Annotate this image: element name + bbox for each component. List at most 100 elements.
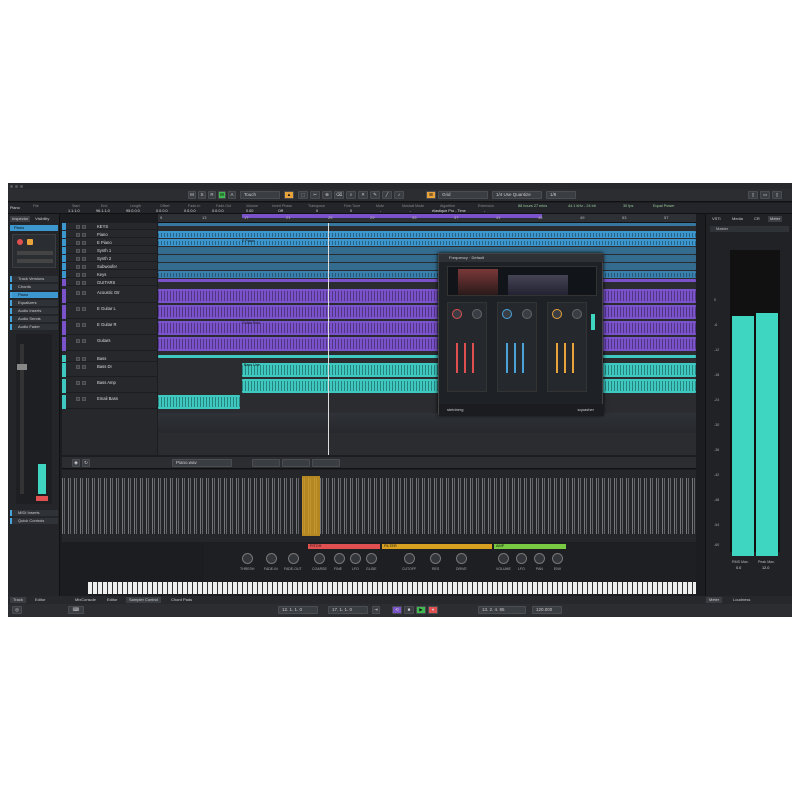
mute-button[interactable]: M [188, 191, 196, 199]
grid-type-select[interactable]: Grid [438, 191, 488, 199]
loudness-tab[interactable]: Loudness [730, 597, 753, 603]
zoom-icon[interactable] [20, 184, 23, 188]
solo-icon[interactable] [82, 240, 86, 245]
band3-fader[interactable] [556, 343, 558, 373]
inspector-section-midi-inserts[interactable]: MIDI Inserts [10, 510, 58, 516]
erase-tool-icon[interactable]: ⌫ [334, 191, 344, 199]
folder-clip[interactable] [158, 279, 696, 282]
audio-clip[interactable]: Guitar Solo [158, 321, 696, 335]
info-transpose[interactable]: 0 [316, 209, 318, 213]
position-display[interactable]: 13. 2. 4. 85 [478, 606, 526, 614]
track-row[interactable]: E Guitar L [62, 305, 157, 319]
mute-icon[interactable] [76, 364, 80, 369]
zoom-tool-icon[interactable]: ⌕ [346, 191, 356, 199]
editor-tab-left[interactable]: Editor [32, 597, 48, 603]
band1-fader[interactable] [472, 343, 474, 373]
band2-threshold-knob[interactable] [502, 309, 512, 319]
midi-clip[interactable] [158, 255, 696, 262]
split-tool-icon[interactable]: ✂ [310, 191, 320, 199]
audio-clip[interactable] [158, 395, 240, 409]
layout-right-icon[interactable]: ▯ [772, 191, 782, 199]
record-icon[interactable]: ● [428, 606, 438, 614]
info-extension[interactable]: - [484, 209, 485, 213]
info-invert-phase[interactable]: Off [278, 209, 283, 213]
track-row[interactable]: Keys [62, 271, 157, 278]
midi-clip[interactable] [158, 247, 696, 254]
mute-icon[interactable] [76, 224, 80, 229]
punch-in-icon[interactable]: ⇥ [372, 606, 380, 614]
inspector-section-inserts[interactable]: Audio Inserts [10, 308, 58, 314]
amp-lfo-knob[interactable] [516, 553, 527, 564]
solo-icon[interactable] [82, 396, 86, 401]
filter-drive-knob[interactable] [456, 553, 467, 564]
midi-clip[interactable] [158, 263, 696, 270]
playhead[interactable] [328, 223, 329, 455]
solo-icon[interactable] [82, 224, 86, 229]
snap-toggle-icon[interactable]: ⊞ [426, 191, 436, 199]
plugin-titlebar[interactable]: Frequency · Default [439, 254, 604, 262]
track-row[interactable]: Bass DI [62, 363, 157, 377]
editor-field[interactable] [282, 459, 310, 467]
mixconsole-tab[interactable]: MixConsole [72, 597, 99, 603]
mute-icon[interactable] [76, 396, 80, 401]
sample-waveform-editor[interactable] [62, 470, 696, 542]
track-row[interactable]: Guitars [62, 337, 157, 351]
mute-icon[interactable] [76, 306, 80, 311]
line-tool-icon[interactable]: ╱ [382, 191, 392, 199]
filter-res-knob[interactable] [430, 553, 441, 564]
cycle-icon[interactable]: ⟲ [392, 606, 402, 614]
thresh-knob[interactable] [242, 553, 253, 564]
solo-icon[interactable] [82, 280, 86, 285]
band3-threshold-knob[interactable] [552, 309, 562, 319]
solo-icon[interactable] [82, 272, 86, 277]
write-button[interactable]: W [218, 191, 226, 199]
solo-icon[interactable] [82, 364, 86, 369]
glue-tool-icon[interactable]: ⊕ [322, 191, 332, 199]
info-end[interactable]: 96.1.1.0 [96, 209, 110, 213]
track-row[interactable]: Bass [62, 355, 157, 362]
band1-ratio-knob[interactable] [472, 309, 482, 319]
chord-pads-tab[interactable]: Chord Pads [168, 597, 195, 603]
folder-clip[interactable] [158, 223, 696, 226]
amp-volume-knob[interactable] [498, 553, 509, 564]
monitor-icon[interactable] [27, 239, 33, 245]
folder-clip[interactable] [158, 355, 696, 358]
speaker-tool-icon[interactable]: ♪ [394, 191, 404, 199]
fader-handle[interactable] [17, 364, 27, 370]
track-row[interactable]: Synth 2 [62, 255, 157, 262]
amp-pan-knob[interactable] [534, 553, 545, 564]
activate-project-icon[interactable]: ◎ [12, 606, 22, 614]
quantize-mode-select[interactable]: 1/4 Use Quantize [492, 191, 542, 199]
amp-section[interactable]: AMP [494, 544, 566, 549]
mute-icon[interactable] [76, 380, 80, 385]
track-row[interactable]: Bass Amp [62, 379, 157, 393]
stop-icon[interactable]: ■ [404, 606, 414, 614]
band2-fader[interactable] [514, 343, 516, 373]
draw-tool-icon[interactable]: ✎ [370, 191, 380, 199]
pitch-lfo-knob[interactable] [350, 553, 361, 564]
track-row[interactable]: Subwoofer [62, 263, 157, 270]
fade-in-knob[interactable] [266, 553, 277, 564]
inspector-section-quick-controls[interactable]: Quick Controls [10, 518, 58, 524]
mute-icon[interactable] [76, 264, 80, 269]
solo-icon[interactable] [82, 256, 86, 261]
range-tool-icon[interactable]: ⬚ [298, 191, 308, 199]
solo-icon[interactable] [82, 264, 86, 269]
inspector-section-equalizers[interactable]: Equalizers [10, 300, 58, 306]
pitch-fine-knob[interactable] [334, 553, 345, 564]
track-tab[interactable]: Track [10, 597, 26, 603]
track-row[interactable]: E Piano [62, 239, 157, 246]
audition-button[interactable]: A [228, 191, 236, 199]
track-row[interactable]: Email Bass [62, 395, 157, 409]
info-offset[interactable]: 0.0.0.0 [156, 209, 168, 213]
inspector-section-fader[interactable]: Audio Fader [10, 324, 58, 330]
pitch-section[interactable]: PITCH [308, 544, 380, 549]
solo-icon[interactable] [82, 356, 86, 361]
mute-icon[interactable] [76, 356, 80, 361]
info-start[interactable]: 1.1.1.0 [68, 209, 80, 213]
track-row[interactable]: Synth 1 [62, 247, 157, 254]
audio-clip[interactable] [158, 271, 696, 278]
editor-field[interactable] [252, 459, 280, 467]
read-button[interactable]: R [208, 191, 216, 199]
minimize-icon[interactable] [15, 184, 18, 188]
